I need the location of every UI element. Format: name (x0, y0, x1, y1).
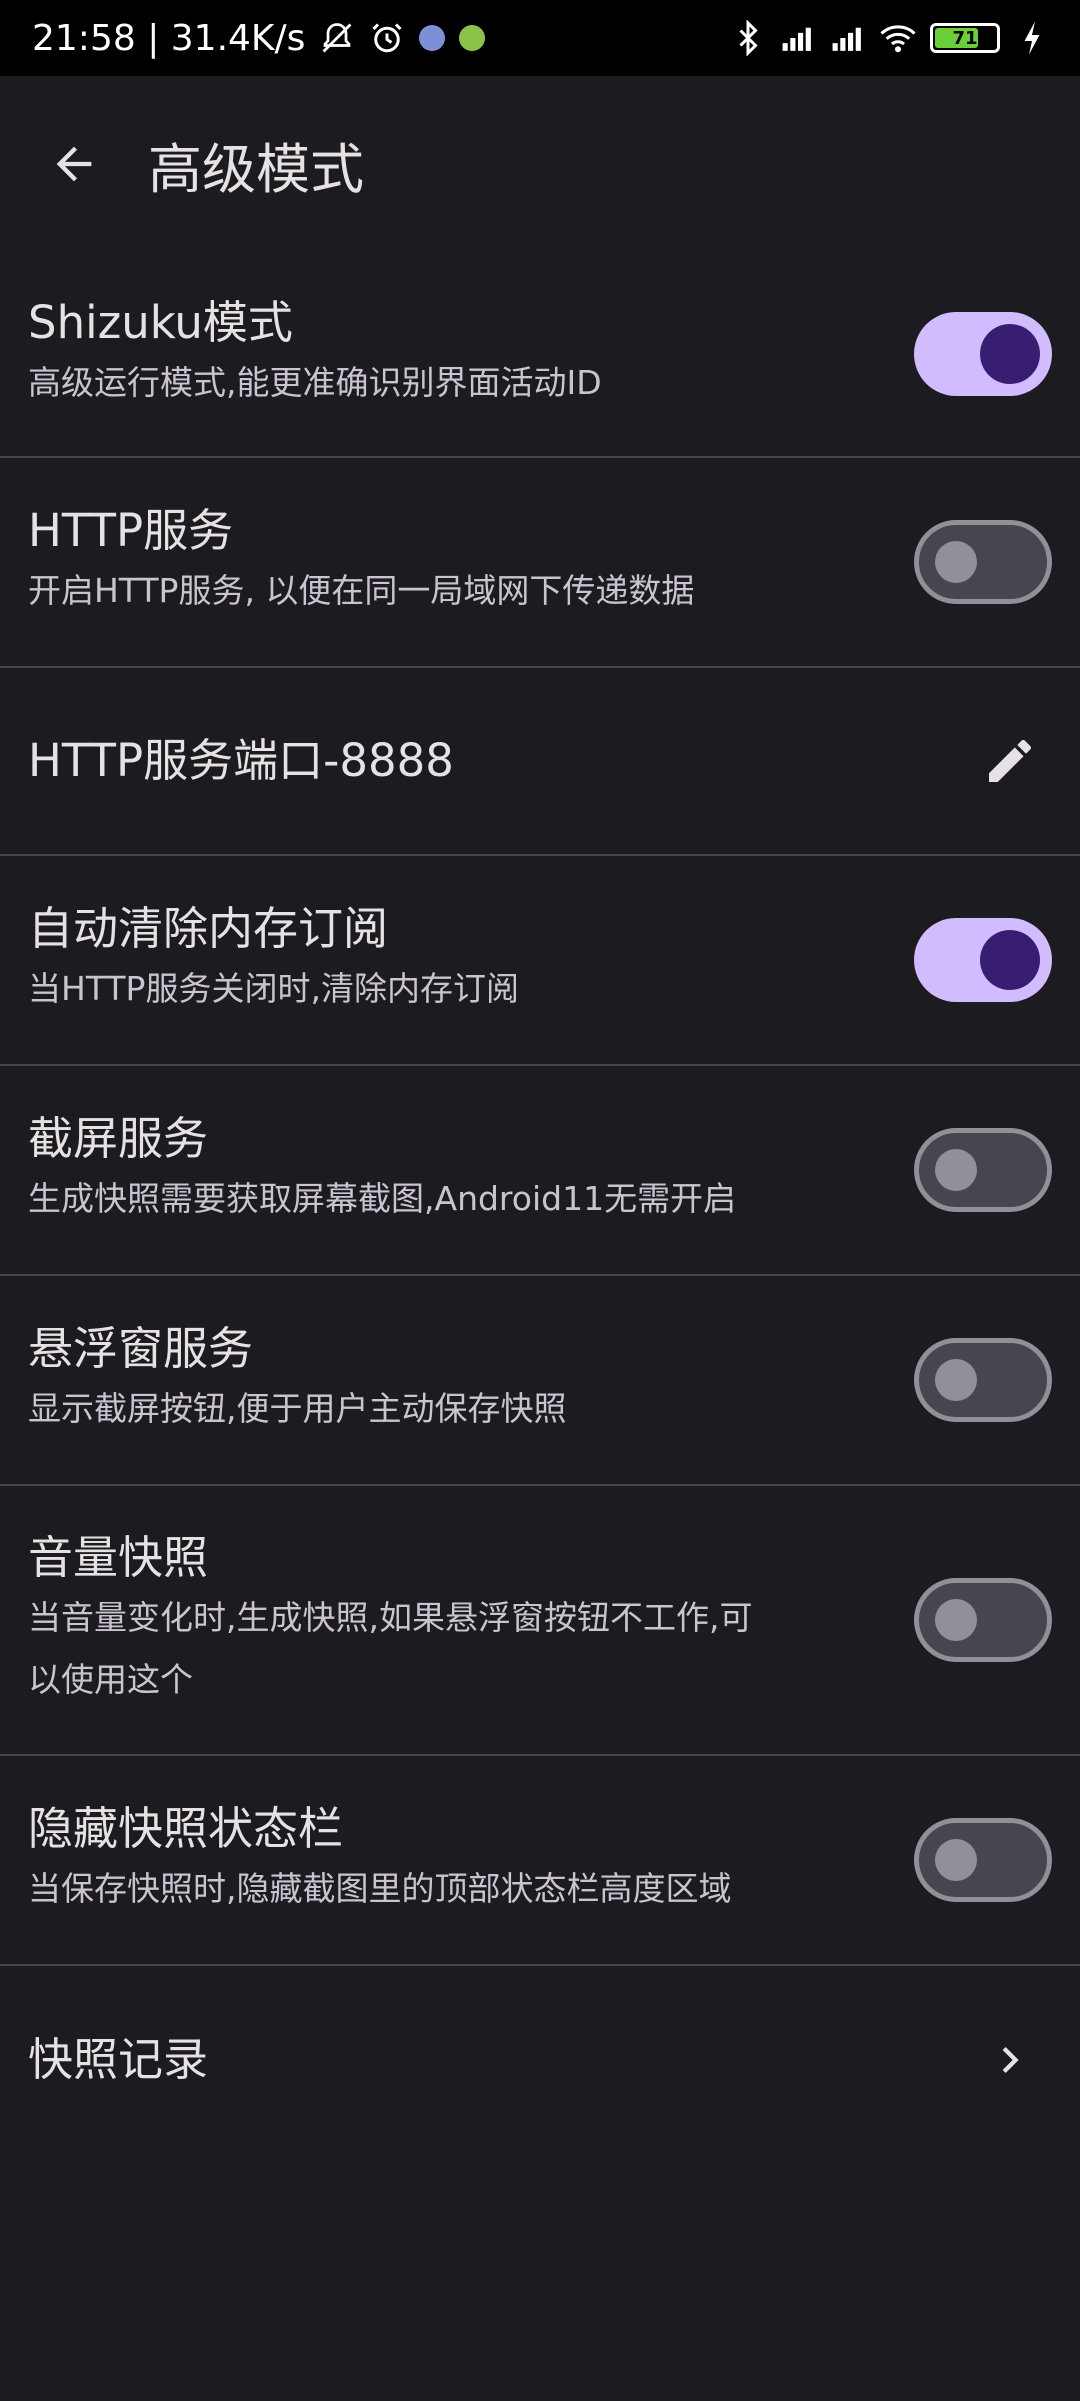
bluetooth-icon (730, 20, 766, 56)
status-bar-left: 21:58 | 31.4K/s (32, 17, 486, 59)
switch-thumb (935, 1599, 977, 1641)
status-time-speed: 21:58 | 31.4K/s (32, 17, 306, 59)
floating-window-switch[interactable] (914, 1338, 1052, 1422)
setting-subtitle: 当保存快照时,隐藏截图里的顶部状态栏高度区域 (28, 1869, 732, 1908)
setting-subtitle: 高级运行模式,能更准确识别界面活动ID (28, 363, 602, 402)
wifi-icon (880, 20, 916, 56)
app-notification-icon (419, 25, 446, 51)
back-button[interactable] (26, 116, 122, 212)
setting-title: HTTP服务端口-8888 (28, 734, 454, 787)
setting-floating-window-service[interactable]: 悬浮窗服务 显示截屏按钮,便于用户主动保存快照 (0, 1276, 1080, 1486)
android-notification-icon (459, 25, 486, 51)
battery-level: 71 (952, 27, 978, 49)
status-bar-right: 71 (730, 20, 1050, 56)
setting-text: Shizuku模式 高级运行模式,能更准确识别界面活动ID (28, 294, 914, 414)
switch-thumb (935, 541, 977, 583)
alarm-icon (369, 20, 405, 56)
screenshot-service-switch[interactable] (914, 1128, 1052, 1212)
switch-thumb (980, 930, 1040, 990)
setting-title: 隐藏快照状态栏 (28, 1802, 344, 1855)
setting-hide-snapshot-statusbar[interactable]: 隐藏快照状态栏 当保存快照时,隐藏截图里的顶部状态栏高度区域 (0, 1756, 1080, 1966)
setting-http-service[interactable]: HTTP服务 开启HTTP服务, 以便在同一局域网下传递数据 (0, 458, 1080, 668)
signal-hd-2-icon (830, 20, 866, 56)
setting-screenshot-service[interactable]: 截屏服务 生成快照需要获取屏幕截图,Android11无需开启 (0, 1066, 1080, 1276)
setting-snapshot-records[interactable]: 快照记录 (0, 1966, 1080, 2154)
hide-statusbar-switch[interactable] (914, 1818, 1052, 1902)
snapshot-records-button[interactable] (968, 2018, 1052, 2102)
setting-title: 音量快照 (28, 1531, 209, 1584)
setting-text: 音量快照 当音量变化时,生成快照,如果悬浮窗按钮不工作,可 以使用这个 (28, 1529, 914, 1711)
arrow-back-icon (56, 146, 92, 182)
setting-shizuku-mode[interactable]: Shizuku模式 高级运行模式,能更准确识别界面活动ID (0, 252, 1080, 458)
status-bar: 21:58 | 31.4K/s 71 (0, 0, 1080, 76)
setting-volume-snapshot[interactable]: 音量快照 当音量变化时,生成快照,如果悬浮窗按钮不工作,可 以使用这个 (0, 1486, 1080, 1756)
setting-auto-clear-subscription[interactable]: 自动清除内存订阅 当HTTP服务关闭时,清除内存订阅 (0, 856, 1080, 1066)
setting-title: HTTP服务 (28, 504, 234, 557)
setting-title: 悬浮窗服务 (28, 1322, 254, 1375)
setting-text: 自动清除内存订阅 当HTTP服务关闭时,清除内存订阅 (28, 900, 914, 1020)
setting-title: 快照记录 (28, 2033, 209, 2086)
mute-icon (319, 20, 355, 56)
setting-text: 悬浮窗服务 显示截屏按钮,便于用户主动保存快照 (28, 1320, 914, 1440)
setting-text: HTTP服务 开启HTTP服务, 以便在同一局域网下传递数据 (28, 502, 914, 622)
switch-thumb (935, 1839, 977, 1881)
chevron-right-icon (1002, 2047, 1019, 2073)
setting-text: 隐藏快照状态栏 当保存快照时,隐藏截图里的顶部状态栏高度区域 (28, 1800, 914, 1920)
setting-subtitle: 当HTTP服务关闭时,清除内存订阅 (28, 969, 519, 1008)
setting-http-port[interactable]: HTTP服务端口-8888 (0, 668, 1080, 856)
switch-thumb (935, 1149, 977, 1191)
setting-title: 自动清除内存订阅 (28, 902, 389, 955)
setting-subtitle-line2: 以使用这个 (28, 1660, 193, 1699)
page-title: 高级模式 (148, 137, 364, 201)
setting-text: 快照记录 (28, 2031, 968, 2089)
setting-subtitle-line1: 当音量变化时,生成快照,如果悬浮窗按钮不工作,可 (28, 1598, 753, 1637)
battery-icon: 71 (930, 23, 1000, 53)
app-bar: 高级模式 (0, 76, 1080, 252)
volume-snapshot-switch[interactable] (914, 1578, 1052, 1662)
setting-subtitle: 开启HTTP服务, 以便在同一局域网下传递数据 (28, 571, 695, 610)
signal-hd-1-icon (780, 20, 816, 56)
setting-title: Shizuku模式 (28, 296, 293, 349)
auto-clear-switch[interactable] (914, 918, 1052, 1002)
setting-subtitle: 显示截屏按钮,便于用户主动保存快照 (28, 1389, 567, 1428)
shizuku-mode-switch[interactable] (914, 312, 1052, 396)
setting-title: 截屏服务 (28, 1112, 209, 1165)
setting-subtitle: 生成快照需要获取屏幕截图,Android11无需开启 (28, 1179, 737, 1218)
settings-list: Shizuku模式 高级运行模式,能更准确识别界面活动ID HTTP服务 开启H… (0, 252, 1080, 2154)
switch-thumb (935, 1359, 977, 1401)
http-service-switch[interactable] (914, 520, 1052, 604)
edit-icon (989, 739, 1032, 782)
setting-text: 截屏服务 生成快照需要获取屏幕截图,Android11无需开启 (28, 1110, 914, 1230)
charging-icon (1014, 20, 1050, 56)
switch-thumb (980, 324, 1040, 384)
setting-text: HTTP服务端口-8888 (28, 732, 968, 790)
edit-port-button[interactable] (968, 719, 1052, 803)
